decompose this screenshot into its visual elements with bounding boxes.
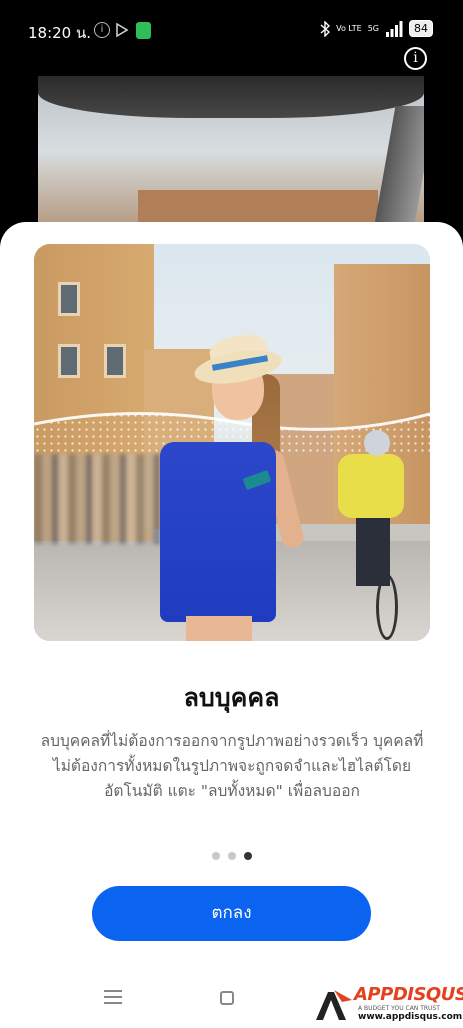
page-dot <box>211 852 220 860</box>
page-dot-active <box>243 852 252 860</box>
background-photo <box>38 76 424 226</box>
recent-apps-button[interactable] <box>104 990 122 1004</box>
battery-indicator: 84 <box>409 20 433 37</box>
page-indicator <box>0 852 463 860</box>
info-button[interactable]: i <box>404 47 427 70</box>
watermark-url: www.appdisqus.com <box>358 1012 463 1022</box>
status-right: Vo LTE 5G 84 <box>320 20 433 37</box>
bluetooth-icon <box>320 20 331 37</box>
status-bar: 18:20 น. i Vo LTE 5G 84 <box>0 0 463 64</box>
play-store-icon <box>116 22 129 38</box>
status-time: 18:20 น. <box>28 24 92 42</box>
ok-button[interactable]: ตกลง <box>92 886 371 941</box>
appdisqus-logo-icon <box>316 990 352 1020</box>
network-type: 5G <box>367 23 379 33</box>
feature-demo-image <box>34 244 430 641</box>
watermark: APPDISQUS A BUDGET YOU CAN TRUST www.app… <box>314 984 463 1024</box>
line-app-icon <box>136 22 151 39</box>
signal-icon <box>386 20 403 37</box>
page-dot <box>227 852 236 860</box>
feature-title: ลบบุคคล <box>183 683 280 712</box>
volte-indicator: Vo LTE <box>336 23 362 33</box>
watermark-brand: APPDISQUS <box>354 984 463 1005</box>
watermark-tagline: A BUDGET YOU CAN TRUST <box>358 1005 440 1012</box>
info-notification-icon: i <box>94 22 110 38</box>
home-button[interactable] <box>220 991 234 1005</box>
feature-description: ลบบุคคลที่ไม่ต้องการออกจากรูปภาพอย่างรวด… <box>40 732 424 800</box>
